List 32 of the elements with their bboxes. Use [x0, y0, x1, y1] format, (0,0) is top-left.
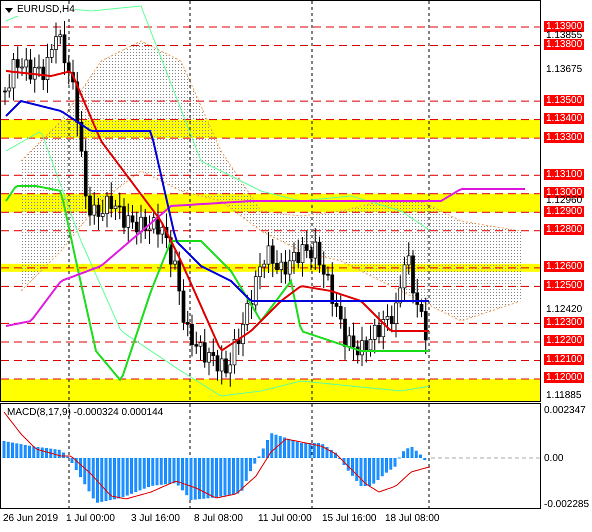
- price-level-label: 1.12200: [544, 335, 584, 346]
- price-level-label: 1.13500: [544, 94, 584, 106]
- macd-axis-label: 0.00: [544, 454, 564, 464]
- dropdown-icon[interactable]: [5, 8, 13, 12]
- price-level-label: 1.12900: [544, 206, 584, 217]
- price-level-label: 1.13100: [544, 168, 584, 180]
- price-level-label: 1.13800: [544, 39, 584, 50]
- price-level-label: 1.12800: [544, 224, 584, 236]
- macd-label: MACD(8,17,9) -0.000324 0.000144: [7, 407, 164, 419]
- price-level-label: 1.13400: [544, 113, 584, 124]
- price-level-label: 1.12100: [544, 354, 584, 365]
- price-tick-label: 1.13855: [546, 31, 582, 41]
- time-axis-label: 1 Jul 00:00: [66, 513, 115, 525]
- time-axis-label: 26 Jun 2019: [3, 513, 58, 525]
- price-tick-label: 1.12960: [546, 196, 582, 206]
- price-level-label: 1.13300: [544, 132, 584, 143]
- macd-axis-label: 0.002347: [544, 406, 586, 416]
- price-level-label: 1.12500: [544, 280, 584, 291]
- macd-axis-label: -0.002285: [544, 500, 590, 510]
- time-axis-label: 3 Jul 16:00: [131, 513, 180, 525]
- price-level-label: 1.13900: [544, 20, 584, 32]
- time-axis-label: 11 Jul 00:00: [258, 513, 312, 525]
- time-axis-label: 15 Jul 16:00: [322, 513, 376, 525]
- price-tick-label: 1.13675: [546, 65, 582, 75]
- chart-title: EURUSD,H4: [17, 4, 75, 16]
- price-tick-label: 1.11885: [546, 391, 582, 401]
- price-level-label: 1.12000: [544, 372, 584, 384]
- price-level-label: 1.12600: [544, 261, 584, 272]
- price-level-label: 1.12300: [544, 316, 584, 328]
- price-tick-label: 1.12420: [546, 305, 582, 315]
- time-axis-label: 8 Jul 08:00: [194, 513, 243, 525]
- time-axis-label: 18 Jul 08:00: [385, 513, 440, 525]
